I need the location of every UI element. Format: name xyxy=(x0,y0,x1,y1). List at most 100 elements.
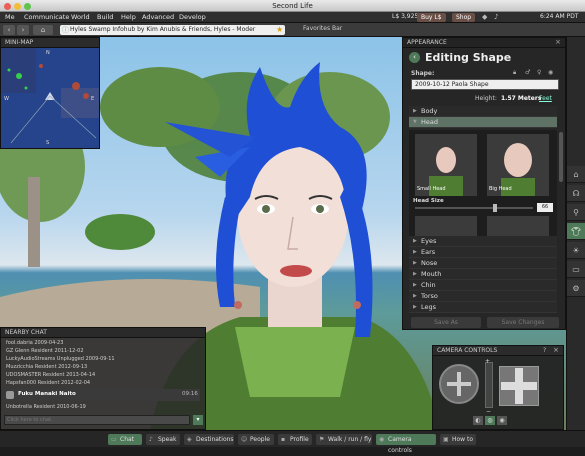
sidebar-home-tab[interactable]: ⌂ xyxy=(567,166,585,183)
appearance-panel[interactable]: APPEARANCE × ‹ Editing Shape Shape: 🔒︎ ♂… xyxy=(402,37,566,330)
expand-arrow-icon: ▶ xyxy=(413,238,417,244)
chat-line: Hapsfan000 Resident 2012-02-04 xyxy=(6,380,91,386)
params-scrollbar[interactable] xyxy=(559,132,563,182)
section-chin-label: Chin xyxy=(421,281,436,289)
minimize-window-button[interactable] xyxy=(14,3,21,10)
volume-icon[interactable]: ♪ xyxy=(494,12,498,22)
next-thumbnail-left xyxy=(415,216,477,236)
zoom-in-icon[interactable]: + xyxy=(485,358,490,365)
menu-world[interactable]: World xyxy=(71,12,90,22)
section-mouth[interactable]: ▶ Mouth xyxy=(409,269,557,280)
sidebar-settings-tab[interactable]: ⚙ xyxy=(567,280,585,297)
menu-help[interactable]: Help xyxy=(121,12,136,22)
speak-button[interactable]: ♪ Speak xyxy=(146,434,180,445)
walk-run-fly-button[interactable]: ⚑ Walk / run / fly xyxy=(316,434,372,445)
small-head-thumbnail[interactable]: Small Head xyxy=(415,134,477,196)
chat-button[interactable]: ▭ Chat xyxy=(108,434,142,445)
camera-preset-icon[interactable]: ◐ xyxy=(473,416,483,425)
zoom-window-button[interactable] xyxy=(24,3,31,10)
mouselook-icon[interactable]: ◉ xyxy=(497,416,507,425)
how-to-button[interactable]: ▣ How to xyxy=(440,434,476,445)
menu-advanced[interactable]: Advanced xyxy=(142,12,174,22)
chat-input[interactable] xyxy=(4,415,190,425)
minimap-north-label: N xyxy=(46,50,50,56)
back-arrow-icon[interactable]: ‹ xyxy=(409,52,420,63)
lightbulb-icon: ☀ xyxy=(572,246,580,255)
minimap-panel[interactable]: MINI-MAP N W E S xyxy=(0,37,100,149)
section-chin[interactable]: ▶ Chin xyxy=(409,280,557,291)
place-info-icon[interactable]: ⓘ xyxy=(62,25,69,35)
favorite-star-icon[interactable]: ★ xyxy=(276,25,283,34)
height-unit-link[interactable]: Feet xyxy=(539,95,552,102)
menu-communicate[interactable]: Communicate xyxy=(24,12,69,22)
people-button[interactable]: ☺ People xyxy=(238,434,274,445)
head-size-label: Head Size xyxy=(413,198,444,204)
profile-button[interactable]: ▪ Profile xyxy=(278,434,312,445)
female-icon[interactable]: ♀ xyxy=(537,69,541,76)
close-icon[interactable]: × xyxy=(553,346,559,354)
section-ears-label: Ears xyxy=(421,248,436,256)
section-ears[interactable]: ▶ Ears xyxy=(409,247,557,258)
menu-me[interactable]: Me xyxy=(5,12,15,22)
section-body[interactable]: ▶ Body xyxy=(409,106,557,117)
height-label: Height: xyxy=(475,95,497,102)
menu-develop[interactable]: Develop xyxy=(179,12,206,22)
section-nose[interactable]: ▶ Nose xyxy=(409,258,557,269)
section-legs-label: Legs xyxy=(421,303,437,311)
camera-controls-panel[interactable]: CAMERA CONTROLS ? × + − ◐ ◎ ◉ xyxy=(432,345,564,430)
section-torso[interactable]: ▶ Torso xyxy=(409,291,557,302)
menu-build[interactable]: Build xyxy=(97,12,113,22)
chat-speaker-row: Fuku Manaki Naito 09:16 xyxy=(4,389,200,401)
sidebar-search-tab[interactable]: ⚲ xyxy=(567,204,585,221)
save-changes-button[interactable]: Save Changes xyxy=(487,317,559,328)
navigation-bar: ‹ › ⌂ Hyles Swamp Infohub by Kim Anubis … xyxy=(0,23,585,37)
section-mouth-label: Mouth xyxy=(421,270,442,278)
avatar xyxy=(6,391,14,399)
save-as-button[interactable]: Save As xyxy=(411,317,481,328)
sidebar-me-tab[interactable]: ▭ xyxy=(567,261,585,278)
chat-button-label: Chat xyxy=(120,436,135,443)
how-to-button-label: How to xyxy=(452,436,474,443)
camera-view-icon[interactable]: ◉ xyxy=(548,69,553,76)
location-bar[interactable]: Hyles Swamp Infohub by Kim Anubis & Frie… xyxy=(60,25,285,35)
back-button[interactable]: ‹ xyxy=(3,25,15,35)
window-titlebar: Second Life xyxy=(0,0,585,12)
head-size-slider[interactable] xyxy=(415,207,533,209)
help-icon[interactable]: ? xyxy=(543,347,546,354)
camera-zoom-slider[interactable] xyxy=(485,362,493,408)
chat-expand-button[interactable]: ▾ xyxy=(193,415,203,425)
big-head-thumbnail[interactable]: Big Head xyxy=(487,134,549,196)
head-size-slider-thumb[interactable] xyxy=(493,204,497,212)
section-eyes[interactable]: ▶ Eyes xyxy=(409,236,557,247)
destinations-button[interactable]: ◈ Destinations xyxy=(184,434,234,445)
male-icon[interactable]: ♂ xyxy=(525,69,530,76)
camera-mode-icon[interactable]: ◎ xyxy=(485,416,495,425)
chat-line: GZ Glenn Resident 2011-12-02 xyxy=(6,348,84,354)
minimap-title: MINI-MAP xyxy=(1,38,99,48)
minimap-canvas[interactable] xyxy=(1,48,99,148)
section-head[interactable]: ▼ Head xyxy=(409,117,557,128)
balance[interactable]: L$ 3,925 xyxy=(392,12,418,22)
buy-currency-button[interactable]: Buy L$ xyxy=(417,13,446,22)
close-window-button[interactable] xyxy=(4,3,11,10)
media-icon[interactable]: ◆ xyxy=(482,12,487,22)
sidebar-landmarks-tab[interactable]: ☀ xyxy=(567,242,585,259)
forward-button[interactable]: › xyxy=(17,25,29,35)
head-size-value[interactable]: 66 xyxy=(537,203,553,212)
expand-arrow-icon: ▶ xyxy=(413,271,417,277)
chat-speaker-name[interactable]: Fuku Manaki Naito xyxy=(18,391,76,397)
small-head-label: Small Head xyxy=(417,186,446,192)
shop-button[interactable]: Shop xyxy=(452,13,476,22)
zoom-out-icon[interactable]: − xyxy=(486,408,491,415)
home-button[interactable]: ⌂ xyxy=(33,25,53,35)
sidebar-people-tab[interactable]: ☊ xyxy=(567,185,585,202)
section-legs[interactable]: ▶ Legs xyxy=(409,302,557,313)
section-torso-label: Torso xyxy=(421,292,438,300)
shape-name-field[interactable] xyxy=(411,79,559,90)
expand-arrow-icon: ▼ xyxy=(413,119,417,125)
camera-controls-button[interactable]: ◉ Camera controls xyxy=(376,434,436,454)
sidebar-appearance-tab[interactable]: 👕︎ xyxy=(567,223,585,240)
walk-icon: ⚑ xyxy=(319,436,325,443)
close-panel-icon[interactable]: × xyxy=(555,38,561,46)
nearby-chat-panel[interactable]: NEARBY CHAT fool.dabria 2009-04-23 GZ Gl… xyxy=(0,327,206,430)
